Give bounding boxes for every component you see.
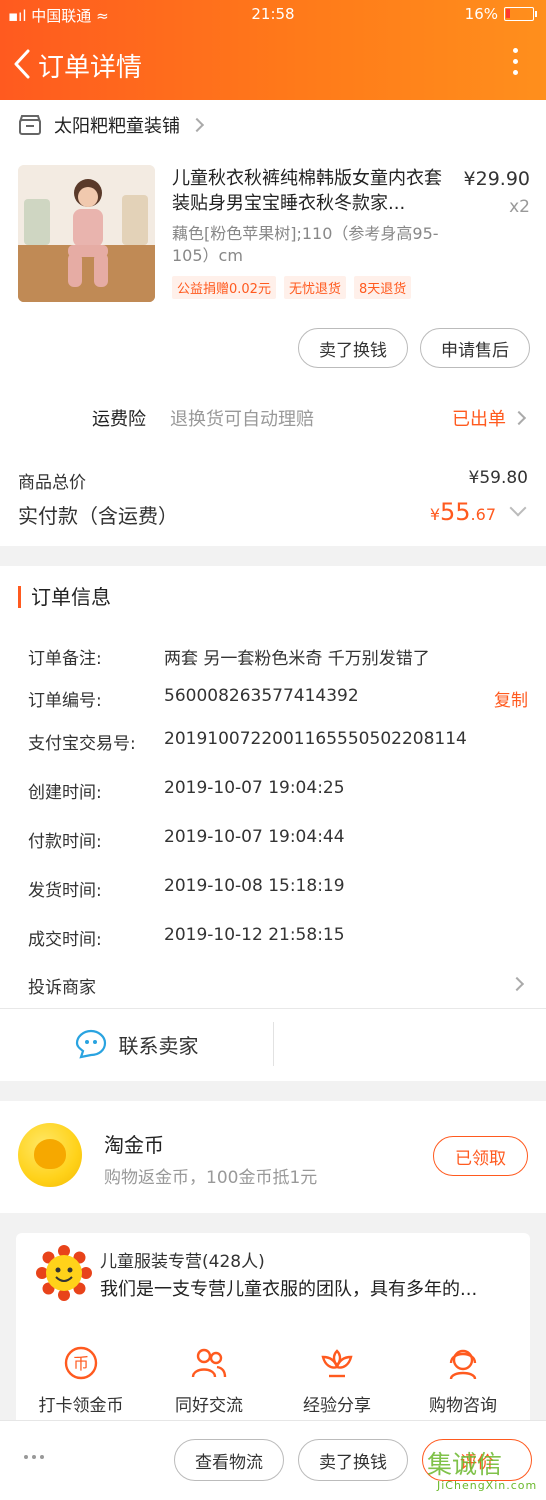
chevron-down-icon[interactable] — [509, 499, 527, 517]
info-value-created: 2019-10-07 19:04:25 — [164, 778, 345, 798]
order-info-section: 订单信息 订单备注: 两套 另一套粉色米奇 千万别发错了 订单编号: 56000… — [0, 566, 546, 1081]
info-value-alipay-no: 2019100722001165550502208114 — [164, 729, 467, 749]
shop-name: 太阳粑粑童装铺 — [54, 116, 180, 137]
people-icon — [191, 1348, 227, 1378]
shipping-insurance-label: 运费险 — [92, 409, 146, 430]
coins-desc: 购物返金币，100金币抵1元 — [104, 1168, 318, 1188]
contact-seller-button[interactable]: 联系卖家 — [0, 1008, 273, 1080]
view-logistics-button[interactable]: 查看物流 — [174, 1439, 284, 1481]
shop-icon — [19, 115, 41, 135]
shipping-insurance-status[interactable]: 已出单 — [452, 405, 527, 431]
product-tags: 公益捐赠0.02元 无忧退货 8天退货 — [172, 276, 412, 299]
feature-share[interactable]: 经验分享 — [282, 1345, 392, 1416]
tag-charity: 公益捐赠0.02元 — [172, 276, 276, 299]
status-bar: ▪ıl 中国联通 ≈ 21:58 16% — [0, 0, 546, 28]
group-desc: 我们是一支专营儿童衣服的团队，具有多年的... — [100, 1279, 478, 1300]
goods-total-label: 商品总价 — [18, 473, 86, 493]
goods-total-value: ¥59.80 — [468, 468, 528, 488]
coin-icon: 币 — [64, 1346, 98, 1380]
group-card[interactable]: 儿童服装专营(428人) 我们是一支专营儿童衣服的团队，具有多年的... 币 打… — [16, 1233, 530, 1433]
tag-return: 无忧退货 — [283, 276, 346, 299]
more-dots-icon[interactable] — [24, 1455, 44, 1459]
page-title: 订单详情 — [38, 53, 143, 83]
bottom-action-bar: 查看物流 卖了换钱 评价 集诚信 JiChengXin.com — [0, 1420, 546, 1500]
paid-amount-value: ¥55.67 — [429, 498, 496, 526]
headset-icon — [449, 1349, 477, 1380]
info-label-created: 创建时间: — [28, 783, 102, 803]
back-arrow-icon[interactable] — [10, 48, 34, 80]
product-thumbnail[interactable] — [18, 165, 155, 302]
info-label-alipay-no: 支付宝交易号: — [28, 734, 136, 754]
info-value-order-no: 560008263577414392 — [164, 686, 359, 706]
copy-order-no-button[interactable]: 复制 — [494, 686, 528, 711]
battery-indicator: 16% — [464, 5, 537, 23]
info-value-completed: 2019-10-12 21:58:15 — [164, 925, 345, 945]
complain-seller-row[interactable]: 投诉商家 — [28, 973, 528, 998]
divider — [273, 1022, 274, 1066]
info-label-note: 订单备注: — [28, 649, 102, 669]
chevron-right-icon — [189, 117, 205, 133]
nav-bar: 订单详情 — [0, 38, 546, 90]
product-sku: 藕色[粉色苹果树];110（参考身高95-105）cm — [172, 224, 439, 265]
group-section: 儿童服装专营(428人) 我们是一支专营儿童衣服的团队，具有多年的... 币 打… — [0, 1213, 546, 1433]
resell-button[interactable]: 卖了换钱 — [298, 1439, 408, 1481]
coins-claimed-button[interactable]: 已领取 — [433, 1136, 528, 1176]
more-menu-icon[interactable] — [510, 48, 520, 80]
coin-icon — [18, 1123, 82, 1187]
shipping-insurance-desc: 退换货可自动理赔 — [170, 409, 314, 430]
paid-amount-label: 实付款（含运费） — [18, 504, 178, 528]
tag-8day-return: 8天退货 — [353, 276, 412, 299]
info-label-shipped: 发货时间: — [28, 881, 102, 901]
feature-communicate[interactable]: 同好交流 — [154, 1345, 264, 1416]
order-item-section: 太阳粑粑童装铺 儿童秋衣秋裤纯棉韩版女童内衣套装贴身男宝宝睡衣秋冬款家... ¥… — [0, 100, 546, 546]
shop-link[interactable]: 太阳粑粑童装铺 — [18, 112, 205, 138]
battery-percent: 16% — [464, 5, 498, 23]
info-label-order-no: 订单编号: — [28, 691, 102, 711]
svg-text:币: 币 — [73, 1354, 89, 1373]
watermark: 集诚信 JiChengXin.com — [427, 1450, 538, 1492]
feature-checkin[interactable]: 币 打卡领金币 — [26, 1345, 136, 1416]
sun-avatar-icon — [36, 1245, 92, 1301]
resell-button[interactable]: 卖了换钱 — [298, 328, 408, 368]
order-info-title: 订单信息 — [18, 586, 111, 608]
flower-icon — [321, 1349, 353, 1378]
chevron-right-icon — [511, 410, 527, 426]
chat-icon — [75, 1029, 106, 1059]
product-price: ¥29.90 — [463, 168, 530, 190]
product-image — [18, 165, 155, 302]
feature-consult[interactable]: 购物咨询 — [408, 1345, 518, 1416]
after-sale-button[interactable]: 申请售后 — [420, 328, 530, 368]
info-value-note: 两套 另一套粉色米奇 千万别发错了 — [164, 649, 430, 669]
info-value-paid: 2019-10-07 19:04:44 — [164, 827, 345, 847]
taobao-coins-section: 淘金币 购物返金币，100金币抵1元 已领取 — [0, 1101, 546, 1213]
product-quantity: x2 — [509, 197, 530, 217]
product-title[interactable]: 儿童秋衣秋裤纯棉韩版女童内衣套装贴身男宝宝睡衣秋冬款家... — [172, 166, 450, 216]
coins-title: 淘金币 — [104, 1133, 164, 1157]
info-label-completed: 成交时间: — [28, 930, 102, 950]
info-value-shipped: 2019-10-08 15:18:19 — [164, 876, 345, 896]
group-name: 儿童服装专营(428人) — [100, 1252, 265, 1272]
info-label-paid: 付款时间: — [28, 832, 102, 852]
battery-icon — [504, 7, 537, 21]
app-header: ▪ıl 中国联通 ≈ 21:58 16% 订单详情 — [0, 0, 546, 100]
